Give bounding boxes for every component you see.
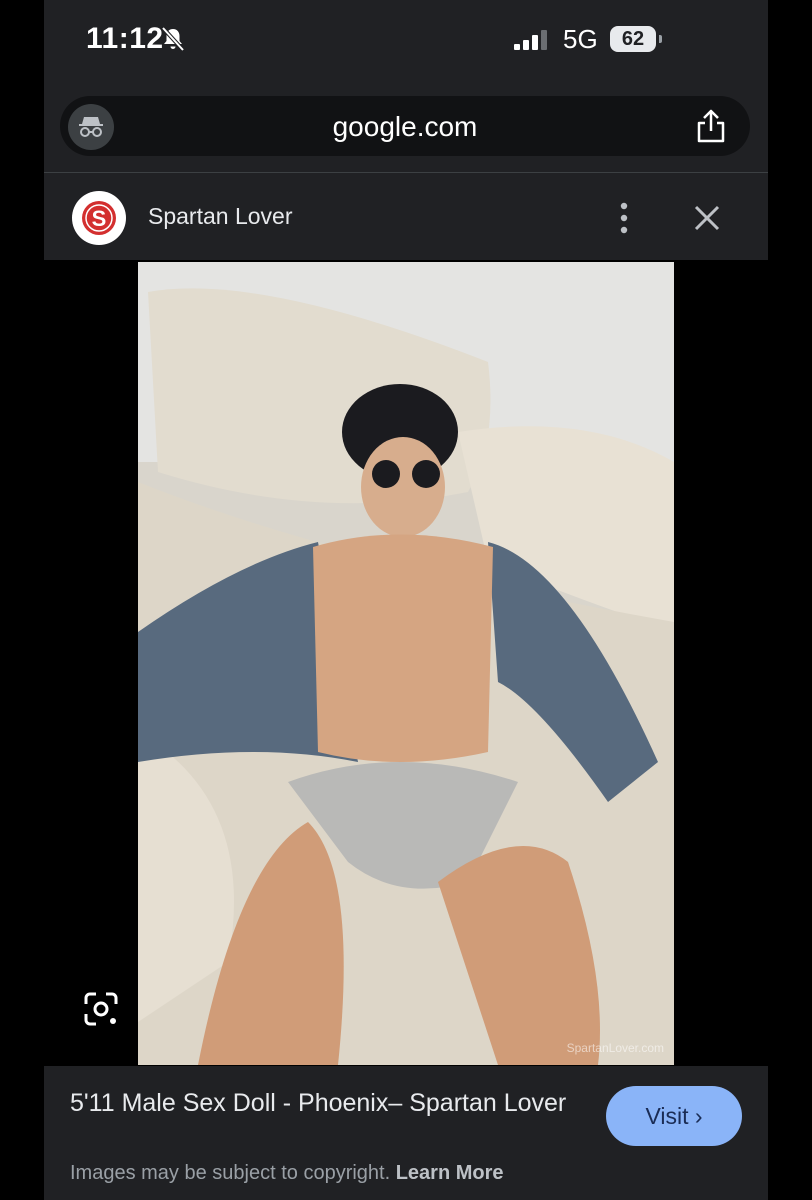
bell-off-icon bbox=[161, 26, 185, 52]
close-icon[interactable] bbox=[692, 203, 722, 233]
battery-level: 62 bbox=[621, 28, 645, 50]
more-options-icon[interactable] bbox=[617, 201, 631, 235]
signal-icon bbox=[514, 30, 547, 50]
visit-label: Visit bbox=[645, 1103, 689, 1129]
learn-more-link[interactable]: Learn More bbox=[396, 1162, 504, 1184]
site-favicon-icon[interactable]: S bbox=[72, 191, 126, 245]
visit-button[interactable]: Visit › bbox=[606, 1086, 742, 1146]
battery-nub bbox=[659, 35, 662, 43]
source-name[interactable]: Spartan Lover bbox=[148, 203, 292, 230]
url-bar-area: google.com bbox=[44, 84, 768, 172]
network-type: 5G bbox=[563, 24, 598, 54]
google-lens-icon[interactable] bbox=[82, 990, 120, 1028]
copyright-text: Images may be subject to copyright. bbox=[70, 1162, 391, 1184]
status-time: 11:12 bbox=[86, 22, 164, 55]
image-watermark: SpartanLover.com bbox=[566, 1041, 664, 1055]
battery-icon: 62 bbox=[610, 26, 656, 52]
url-text[interactable]: google.com bbox=[60, 111, 750, 143]
result-title[interactable]: 5'11 Male Sex Doll - Phoenix– Spartan Lo… bbox=[70, 1086, 570, 1120]
result-image[interactable]: SpartanLover.com bbox=[138, 262, 674, 1065]
result-footer: 5'11 Male Sex Doll - Phoenix– Spartan Lo… bbox=[44, 1066, 768, 1200]
chevron-right-icon: › bbox=[694, 1103, 703, 1129]
source-header: S Spartan Lover bbox=[44, 172, 768, 260]
product-photo bbox=[138, 262, 674, 1065]
address-bar[interactable]: google.com bbox=[60, 96, 750, 156]
copyright-notice: Images may be subject to copyright. Lear… bbox=[70, 1162, 504, 1185]
share-icon[interactable] bbox=[694, 108, 728, 144]
favicon-letter: S bbox=[92, 206, 107, 231]
